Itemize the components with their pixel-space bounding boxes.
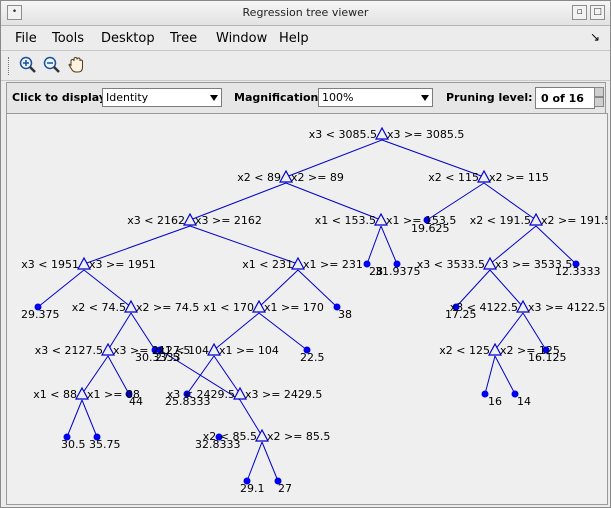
magnification-value: 100%	[322, 91, 354, 104]
menu-help[interactable]: Help	[279, 31, 309, 46]
pruning-spinner[interactable]	[594, 87, 604, 108]
leaf-value-label: 14	[517, 395, 531, 408]
controls-panel: Click to display: Identity Magnification…	[6, 82, 606, 114]
menu-window[interactable]: Window	[216, 31, 267, 46]
split-rule-right: x3 >= 2429.5	[245, 388, 322, 401]
menu-file[interactable]: File	[15, 31, 37, 46]
pan-hand-icon[interactable]	[66, 55, 86, 75]
pruning-level-field[interactable]: 0 of 16	[535, 87, 595, 109]
split-rule-right: x3 >= 2162	[195, 214, 262, 227]
tree-edge	[380, 225, 398, 265]
title-bar[interactable]: • Regression tree viewer ▫ □	[1, 1, 610, 26]
leaf-value-label: 27	[278, 482, 292, 495]
split-rule-left: x3 < 2162	[127, 214, 185, 227]
minimize-button[interactable]: ▫	[572, 5, 587, 20]
split-rule-left: x1 < 170	[203, 301, 254, 314]
split-rule-right: x2 >= 74.5	[136, 301, 199, 314]
leaf-value-label: 29.375	[21, 308, 60, 321]
leaf-value-label: 22.5	[300, 351, 325, 364]
leaf-value-label: 16	[488, 395, 502, 408]
display-label: Click to display:	[12, 91, 111, 104]
tree-edge	[366, 225, 382, 265]
chevron-down-icon	[210, 95, 218, 101]
maximize-button[interactable]: □	[590, 5, 605, 20]
split-rule-right: x2 >= 85.5	[267, 430, 330, 443]
tree-viewer-window: • Regression tree viewer ▫ □ File Tools …	[0, 0, 611, 508]
tree-canvas[interactable]: x3 < 3085.5 x3 >= 3085.5 x2 < 89 x2 >= 89 x2…	[6, 113, 611, 505]
spin-up-icon[interactable]	[594, 87, 604, 97]
leaf-value-label: 32.8333	[195, 438, 241, 451]
split-rule-left: x2 < 125	[439, 344, 490, 357]
leaf-value-label: 35.75	[89, 438, 121, 451]
split-rule-right: x1 >= 231	[303, 258, 363, 271]
split-rule-left: x3 < 1951	[21, 258, 79, 271]
menu-bar: File Tools Desktop Tree Window Help ↘	[1, 26, 610, 51]
dock-arrow-icon[interactable]: ↘	[590, 30, 600, 44]
split-rule-left: x2 < 89	[237, 171, 281, 184]
split-rule-right: x1 >= 104	[219, 344, 279, 357]
tree-edge	[246, 441, 263, 482]
split-rule-right: x3 >= 3085.5	[387, 128, 464, 141]
toolbar	[1, 51, 610, 81]
leaf-value-label: 25.8333	[165, 395, 211, 408]
leaf-value-label: 38	[338, 308, 352, 321]
tree-edge	[66, 399, 83, 438]
toolbar-grip[interactable]	[8, 57, 11, 75]
leaf-value-label: 44	[129, 395, 143, 408]
menu-desktop[interactable]: Desktop	[101, 31, 155, 46]
zoom-out-icon[interactable]	[42, 55, 62, 75]
pruning-level-value: 0 of 16	[541, 92, 584, 105]
tree-edge	[494, 355, 516, 395]
window-title: Regression tree viewer	[242, 6, 369, 19]
split-rule-right: x1 >= 170	[264, 301, 324, 314]
regression-tree: x3 < 3085.5 x3 >= 3085.5 x2 < 89 x2 >= 89 x2…	[21, 126, 611, 495]
leaf-value-label: 29.1	[240, 482, 265, 495]
split-rule-right: x2 >= 115	[489, 171, 549, 184]
zoom-in-icon[interactable]	[18, 55, 38, 75]
spin-down-icon[interactable]	[594, 97, 604, 107]
leaf-value-label: 12.3333	[555, 265, 601, 278]
split-rule-left: x3 < 2127.5	[35, 344, 103, 357]
split-rule-left: x3 < 3085.5	[309, 128, 377, 141]
leaf-value-label: 30.5	[61, 438, 86, 451]
split-rule-right: x3 >= 1951	[89, 258, 156, 271]
split-rule-left: x3 < 3533.5	[417, 258, 485, 271]
leaf-value-label: 16.125	[528, 351, 567, 364]
pruning-label: Pruning level:	[446, 91, 533, 104]
split-rule-right: x3 >= 4122.5	[528, 301, 605, 314]
display-value: Identity	[106, 91, 149, 104]
split-rule-right: x2 >= 89	[291, 171, 344, 184]
display-select[interactable]: Identity	[102, 88, 222, 107]
split-rule-right: x2 >= 191.5	[541, 214, 607, 227]
split-rule-left: x1 < 231	[242, 258, 293, 271]
magnification-label: Magnification:	[234, 91, 323, 104]
tree-edge	[81, 399, 98, 438]
split-rule-left: x2 < 74.5	[72, 301, 126, 314]
chevron-down-icon	[421, 95, 429, 101]
leaf-value-label: 19.625	[411, 222, 450, 235]
split-rule-left: x2 < 191.5	[470, 214, 531, 227]
magnification-select[interactable]: 100%	[318, 88, 433, 107]
menu-tree[interactable]: Tree	[170, 31, 197, 46]
tree-edge	[484, 355, 496, 395]
split-rule-left: x2 < 115	[428, 171, 479, 184]
leaf-value-label: 17.25	[445, 308, 477, 321]
leaf-value-label: 27.5	[155, 351, 180, 364]
leaf-value-label: 31.9375	[375, 265, 421, 278]
menu-tools[interactable]: Tools	[52, 31, 84, 46]
tree-edge	[261, 441, 279, 482]
split-rule-left: x1 < 153.5	[315, 214, 376, 227]
split-rule-left: x1 < 88	[33, 388, 77, 401]
